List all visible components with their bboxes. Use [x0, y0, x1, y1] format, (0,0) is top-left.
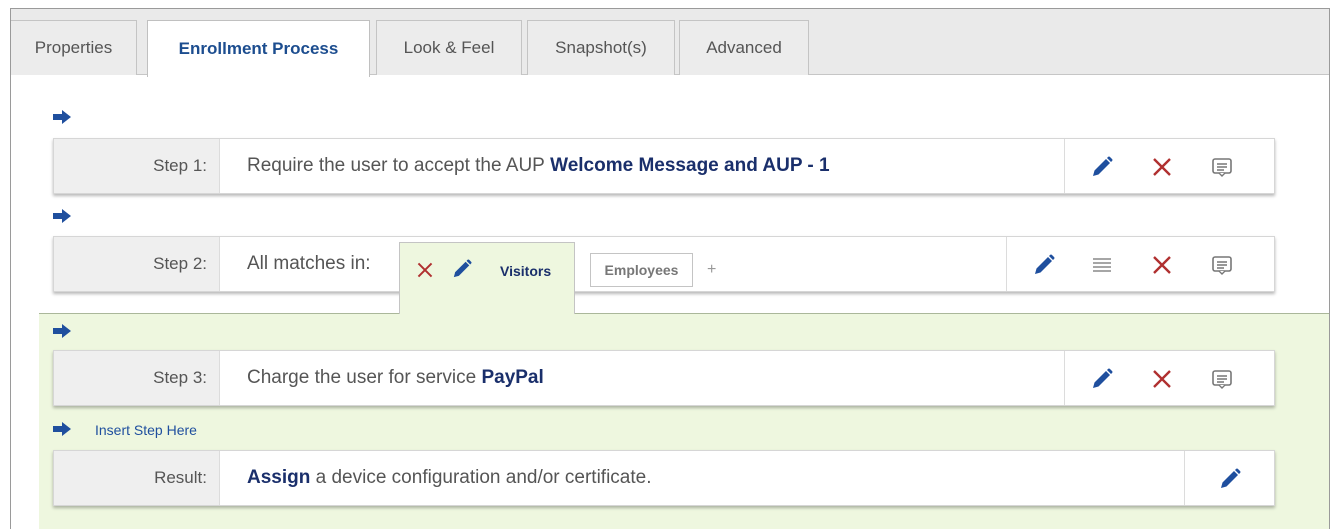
comment-icon[interactable]: [1211, 254, 1233, 276]
step-description: Require the user to accept the AUP Welco…: [247, 139, 830, 193]
edit-pencil-icon[interactable]: [1091, 368, 1113, 390]
tab-look-and-feel[interactable]: Look & Feel: [376, 20, 522, 75]
arrow-right-icon[interactable]: [53, 422, 71, 436]
edit-pencil-icon[interactable]: [1033, 254, 1055, 276]
subtab-employees[interactable]: Employees: [590, 253, 693, 287]
step-row-3: Step 3: Charge the user for service PayP…: [53, 350, 1275, 406]
step-description: Charge the user for service PayPal: [247, 351, 544, 405]
list-icon[interactable]: [1091, 254, 1113, 276]
step-target: PayPal: [481, 367, 544, 388]
insert-step-link[interactable]: Insert Step Here: [95, 422, 197, 438]
step-actions: [1064, 351, 1274, 405]
result-description: Assign a device configuration and/or cer…: [247, 451, 652, 505]
delete-x-icon[interactable]: [1151, 254, 1173, 276]
arrow-right-icon[interactable]: [53, 110, 71, 124]
step-actions: [1006, 237, 1274, 291]
edit-pencil-icon[interactable]: [452, 259, 472, 279]
comment-icon[interactable]: [1211, 156, 1233, 178]
tab-snapshots[interactable]: Snapshot(s): [527, 20, 675, 75]
result-actions: [1184, 451, 1274, 505]
arrow-right-icon[interactable]: [53, 209, 71, 223]
enrollment-editor: Properties Enrollment Process Look & Fee…: [10, 8, 1330, 529]
arrow-right-icon[interactable]: [53, 324, 71, 338]
edit-pencil-icon[interactable]: [1219, 468, 1241, 490]
step-description: All matches in:: [247, 237, 371, 291]
delete-x-icon[interactable]: [416, 261, 434, 279]
subtab-visitors[interactable]: Visitors: [399, 242, 575, 314]
edit-pencil-icon[interactable]: [1091, 156, 1113, 178]
subtab-visitors-label: Visitors: [500, 263, 552, 279]
tab-bar: Properties Enrollment Process Look & Fee…: [11, 9, 1329, 77]
comment-icon[interactable]: [1211, 368, 1233, 390]
result-label: Result:: [54, 451, 220, 505]
result-row: Result: Assign a device configuration an…: [53, 450, 1275, 506]
step-label: Step 2:: [54, 237, 220, 291]
tab-properties[interactable]: Properties: [11, 20, 137, 75]
step-row-1: Step 1: Require the user to accept the A…: [53, 138, 1275, 194]
step-text: All matches in:: [247, 253, 371, 274]
step-actions: [1064, 139, 1274, 193]
add-subtab-button[interactable]: +: [707, 261, 716, 279]
step-text: Charge the user for service: [247, 367, 477, 388]
delete-x-icon[interactable]: [1151, 156, 1173, 178]
step-label: Step 3:: [54, 351, 220, 405]
step-target: Welcome Message and AUP - 1: [550, 155, 830, 176]
delete-x-icon[interactable]: [1151, 368, 1173, 390]
tab-enrollment-process[interactable]: Enrollment Process: [147, 20, 370, 77]
result-action: Assign: [247, 467, 311, 488]
step-label: Step 1:: [54, 139, 220, 193]
result-text: a device configuration and/or certificat…: [310, 467, 652, 488]
tab-advanced[interactable]: Advanced: [679, 20, 809, 75]
step-text: Require the user to accept the AUP: [247, 155, 545, 176]
